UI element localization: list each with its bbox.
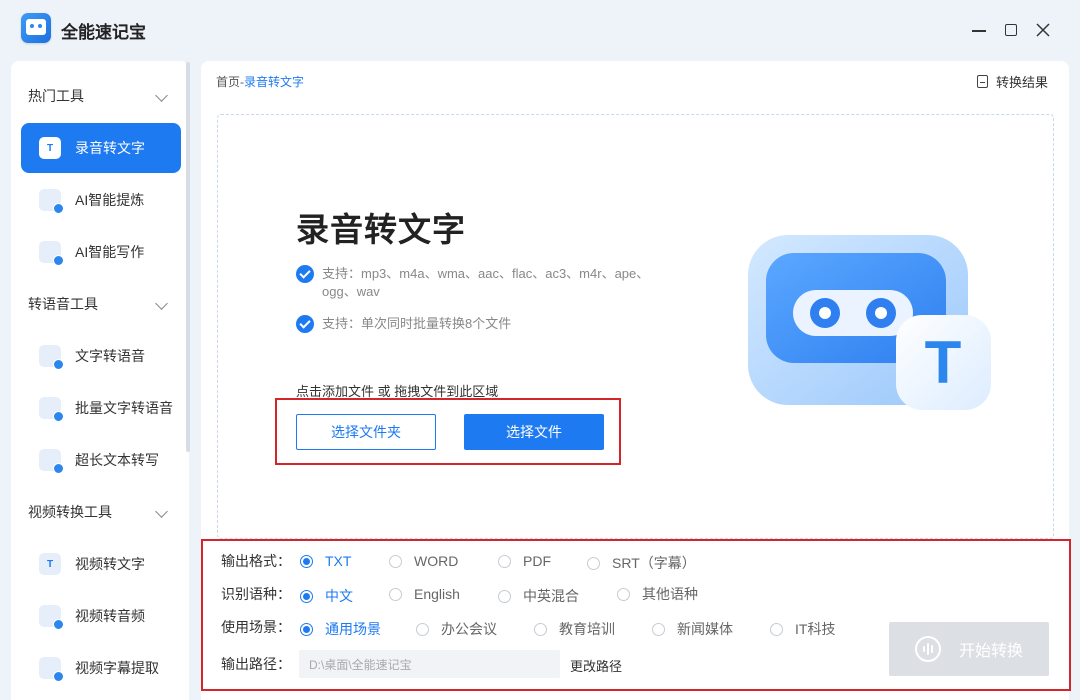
output-path-label: 输出路径： xyxy=(221,656,291,672)
group-label: 视频转换工具 xyxy=(28,504,112,520)
sidebar-item-text-to-speech[interactable]: 文字转语音 xyxy=(21,331,181,381)
group-label: 热门工具 xyxy=(28,88,84,104)
change-path-button[interactable]: 更改路径 xyxy=(570,656,622,675)
check-circle-icon xyxy=(296,315,314,333)
tts-icon xyxy=(39,345,64,370)
format-option-txt[interactable]: TXT xyxy=(300,553,351,569)
sidebar-item-audio-to-text[interactable]: T 录音转文字 xyxy=(21,123,181,173)
main-panel: 首页-录音转文字 转换结果 录音转文字 支持：mp3、m4a、wma、aac、f… xyxy=(201,61,1069,700)
sidebar-item-label: 视频转音频 xyxy=(75,608,145,624)
scene-option-general[interactable]: 通用场景 xyxy=(300,619,381,639)
language-row: 识别语种： xyxy=(221,584,299,604)
batch-support-note: 支持：单次同时批量转换8个文件 xyxy=(296,315,511,333)
batch-tts-icon xyxy=(39,397,64,422)
sidebar-item-video-to-audio[interactable]: 视频转音频 xyxy=(21,591,181,641)
language-option-chinese[interactable]: 中文 xyxy=(300,586,353,606)
recorder-illustration: T xyxy=(748,235,991,410)
group-label: 转语音工具 xyxy=(28,296,98,312)
scene-option-it[interactable]: IT科技 xyxy=(770,619,835,639)
page-title: 录音转文字 xyxy=(296,211,466,248)
language-option-mixed[interactable]: 中英混合 xyxy=(498,586,579,606)
format-option-srt[interactable]: SRT（字幕） xyxy=(587,553,696,573)
select-file-button[interactable]: 选择文件 xyxy=(464,414,604,450)
sidebar-item-label: 视频字幕提取 xyxy=(75,660,159,676)
app-logo-icon xyxy=(21,13,51,43)
video-audio-icon xyxy=(39,605,64,630)
breadcrumb: 首页-录音转文字 xyxy=(216,73,304,90)
start-conversion-label: 开始转换 xyxy=(958,643,1023,660)
sidebar-group-tts-tools[interactable]: 转语音工具 xyxy=(11,289,189,319)
scene-option-news[interactable]: 新闻媒体 xyxy=(652,619,733,639)
sidebar-item-subtitle-extract[interactable]: 视频字幕提取 xyxy=(21,643,181,693)
scene-label: 使用场景： xyxy=(221,619,291,635)
sidebar-item-label: 文字转语音 xyxy=(75,348,145,364)
sidebar-item-label: 批量文字转语音 xyxy=(75,400,173,416)
supported-formats-line-1: 支持：mp3、m4a、wma、aac、flac、ac3、m4r、ape、 xyxy=(322,266,650,281)
title-bar: 全能速记宝 xyxy=(0,0,1080,60)
sidebar-item-label: AI智能写作 xyxy=(75,244,145,260)
subtitle-icon xyxy=(39,657,64,682)
sidebar-item-label: 超长文本转写 xyxy=(75,452,159,468)
select-folder-button[interactable]: 选择文件夹 xyxy=(296,414,436,450)
output-path-field[interactable]: D:\桌面\全能速记宝 xyxy=(299,650,560,678)
maximize-button[interactable] xyxy=(999,18,1023,42)
batch-support-text: 支持：单次同时批量转换8个文件 xyxy=(322,316,512,331)
sidebar-item-label: 视频转文字 xyxy=(75,556,145,572)
close-button[interactable] xyxy=(1031,18,1055,42)
format-option-word[interactable]: WORD xyxy=(389,553,458,569)
scene-option-office[interactable]: 办公会议 xyxy=(416,619,497,639)
output-path-row: 输出路径： xyxy=(221,654,299,674)
chevron-down-icon xyxy=(155,505,168,518)
breadcrumb-home[interactable]: 首页 xyxy=(216,75,240,89)
conversion-results-label: 转换结果 xyxy=(996,75,1049,90)
sidebar-item-batch-tts[interactable]: 批量文字转语音 xyxy=(21,383,181,433)
sidebar-item-ai-write[interactable]: AI智能写作 xyxy=(21,227,181,277)
breadcrumb-current: 录音转文字 xyxy=(244,75,305,89)
sidebar-item-label: 录音转文字 xyxy=(75,140,145,156)
conversion-results-link[interactable]: 转换结果 xyxy=(977,72,1048,91)
scene-row: 使用场景： xyxy=(221,617,299,637)
conversion-settings: 输出格式： TXT WORD PDF SRT（字幕） 识别语种： 中文 Engl… xyxy=(201,539,1069,700)
language-option-other[interactable]: 其他语种 xyxy=(617,584,698,604)
t-text-icon: T xyxy=(39,553,61,575)
waveform-icon xyxy=(914,636,941,662)
check-circle-icon xyxy=(296,265,314,283)
app-title: 全能速记宝 xyxy=(61,23,146,42)
sidebar-item-long-text[interactable]: 超长文本转写 xyxy=(21,435,181,485)
document-icon xyxy=(977,75,988,88)
ai-refine-icon xyxy=(39,189,64,214)
file-dropzone[interactable]: 录音转文字 支持：mp3、m4a、wma、aac、flac、ac3、m4r、ap… xyxy=(217,114,1054,539)
scene-option-education[interactable]: 教育培训 xyxy=(534,619,615,639)
output-format-row: 输出格式： xyxy=(221,551,299,571)
ai-write-icon xyxy=(39,241,64,266)
sidebar-scrollbar[interactable] xyxy=(186,62,190,452)
illustration-t-letter: T xyxy=(925,329,962,396)
sidebar-group-video-tools[interactable]: 视频转换工具 xyxy=(11,497,189,527)
close-icon xyxy=(1036,23,1050,37)
sidebar-item-video-to-text[interactable]: T 视频转文字 xyxy=(21,539,181,589)
language-label: 识别语种： xyxy=(221,586,291,602)
minimize-button[interactable] xyxy=(967,18,991,42)
format-option-pdf[interactable]: PDF xyxy=(498,553,551,569)
supported-formats-line-2: ogg、wav xyxy=(322,284,380,299)
drop-hint: 点击添加文件 或 拖拽文件到此区域 xyxy=(296,384,499,399)
start-conversion-button[interactable]: 开始转换 xyxy=(889,622,1049,676)
supported-formats-note: 支持：mp3、m4a、wma、aac、flac、ac3、m4r、ape、 ogg… xyxy=(296,265,649,301)
language-option-english[interactable]: English xyxy=(389,586,460,602)
chevron-down-icon xyxy=(155,89,168,102)
sidebar-item-ai-refine[interactable]: AI智能提炼 xyxy=(21,175,181,225)
sidebar-group-hot-tools[interactable]: 热门工具 xyxy=(11,81,189,111)
t-text-icon: T xyxy=(39,137,61,159)
sidebar: 热门工具 T 录音转文字 AI智能提炼 AI智能写作 转语音工具 文字转语音 批… xyxy=(11,61,189,700)
sidebar-item-label: AI智能提炼 xyxy=(75,192,145,208)
long-text-icon xyxy=(39,449,64,474)
output-format-label: 输出格式： xyxy=(221,553,291,569)
chevron-down-icon xyxy=(155,297,168,310)
